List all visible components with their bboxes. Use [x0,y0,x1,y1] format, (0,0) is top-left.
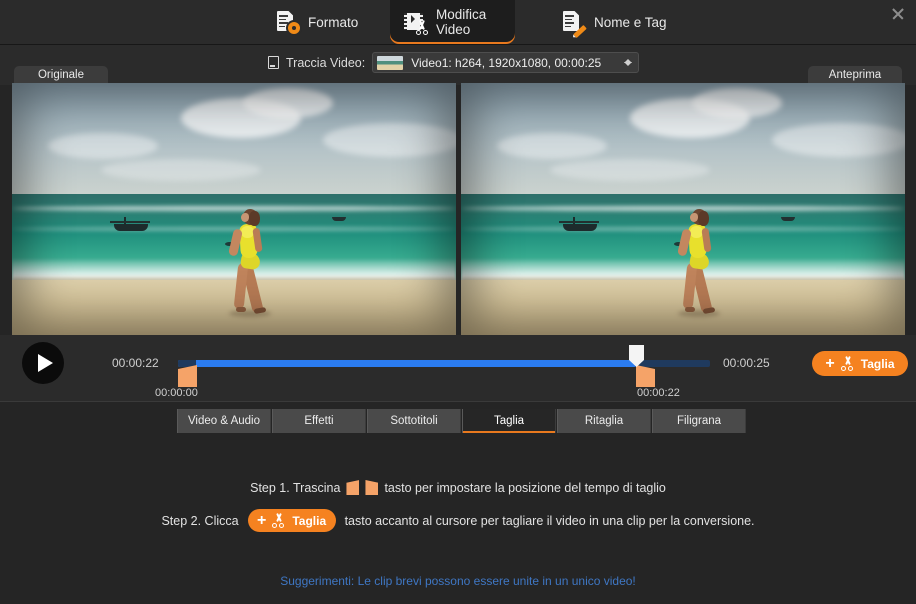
beach-scene-original [12,83,456,335]
sub-tab-sottotitoli[interactable]: Sottotitoli [367,409,461,433]
timeline-bar: 00:00:22 00:00:25 00:00:00 00:00:22 [0,335,916,401]
tab-anteprima-label: Anteprima [828,68,882,81]
plus-icon: + [825,354,835,372]
sub-tab-effetti-label: Effetti [304,415,334,427]
timeline-progress [178,360,636,367]
tab-nome-e-tag-label: Nome e Tag [594,14,667,30]
updown-caret-icon[interactable] [623,56,633,70]
cut-button[interactable]: + Taglia [812,351,908,376]
step-2-text-after: tasto accanto al cursore per tagliare il… [344,513,755,528]
track-selector-bar: Traccia Video: Video1: h264, 1920x1080, … [0,45,916,85]
trim-handle-right[interactable] [636,365,655,387]
step-2-line: Step 2. Clicca + Taglia tasto accanto al… [0,509,916,532]
beach-scene-preview [461,83,905,335]
sub-tab-ritaglia[interactable]: Ritaglia [557,409,651,433]
video-track-value: Video1: h264, 1920x1080, 00:00:25 [411,55,602,70]
tab-originale[interactable]: Originale [14,66,108,83]
person-walking [221,209,273,317]
step-1-text-before: Step 1. Trascina [250,480,341,495]
tip-link-label: Suggerimenti: Le clip brevi possono esse… [280,574,636,588]
sub-tab-filigrana[interactable]: Filigrana [652,409,746,433]
sub-tab-ritaglia-label: Ritaglia [584,415,624,427]
boat [110,217,151,232]
trim-left-time-label: 00:00:00 [155,387,198,399]
time-start-label: 00:00:22 [112,356,159,370]
header-bar: Formato Modifica Video Nome e Tag [0,0,916,45]
sub-tab-bar: Video & Audio Effetti Sottotitoli Taglia… [177,409,746,433]
monitor-icon [268,56,279,69]
tab-nome-e-tag[interactable]: Nome e Tag [548,0,681,44]
trim-handle-left[interactable] [178,365,197,387]
track-thumbnail [377,55,404,70]
preview-anteprima[interactable] [461,83,905,335]
tab-originale-label: Originale [37,68,85,81]
tab-formato[interactable]: Formato [262,0,372,44]
film-scissors-icon [404,10,428,35]
trim-handle-right-icon [365,480,379,495]
sub-tab-sottotitoli-label: Sottotitoli [390,415,438,427]
sub-tab-video-audio-label: Video & Audio [187,415,261,427]
video-track-select[interactable]: Video1: h264, 1920x1080, 00:00:25 [372,52,640,73]
time-end-label: 00:00:25 [723,356,770,370]
sub-tab-effetti[interactable]: Effetti [272,409,366,433]
scissors-icon [271,513,287,528]
document-gear-icon [276,10,300,34]
scissors-icon [840,356,856,371]
step-2-text-before: Step 2. Clicca [161,513,239,528]
tab-formato-label: Formato [308,14,359,30]
trim-right-time-label: 00:00:22 [637,387,680,399]
tab-modifica-video-label: Modifica Video [436,7,487,37]
sub-tab-filigrana-label: Filigrana [676,415,722,427]
tab-anteprima[interactable]: Anteprima [808,66,902,83]
document-pencil-icon [562,10,587,39]
step-1-line: Step 1. Trascina tasto per impostare la … [0,480,916,495]
step-1-text-after: tasto per impostare la posizione del tem… [384,480,666,495]
tab-modifica-video[interactable]: Modifica Video [390,0,515,44]
close-icon[interactable] [886,2,910,26]
track-label: Traccia Video: [286,55,366,70]
play-icon[interactable] [22,342,64,384]
inline-cut-button-illustration: + Taglia [247,509,336,532]
sub-tab-taglia-label: Taglia [493,415,525,427]
plus-icon: + [257,511,267,529]
trim-handle-left-icon [346,480,360,495]
sub-tab-taglia[interactable]: Taglia [462,409,556,433]
tip-link[interactable]: Suggerimenti: Le clip brevi possono esse… [0,574,916,588]
cut-button-label: Taglia [860,356,895,371]
bottom-panel: Video & Audio Effetti Sottotitoli Taglia… [0,401,916,604]
inline-cut-label: Taglia [292,513,327,528]
instructions: Step 1. Trascina tasto per impostare la … [0,480,916,546]
preview-original[interactable] [12,83,456,335]
sub-tab-video-audio[interactable]: Video & Audio [177,409,271,433]
